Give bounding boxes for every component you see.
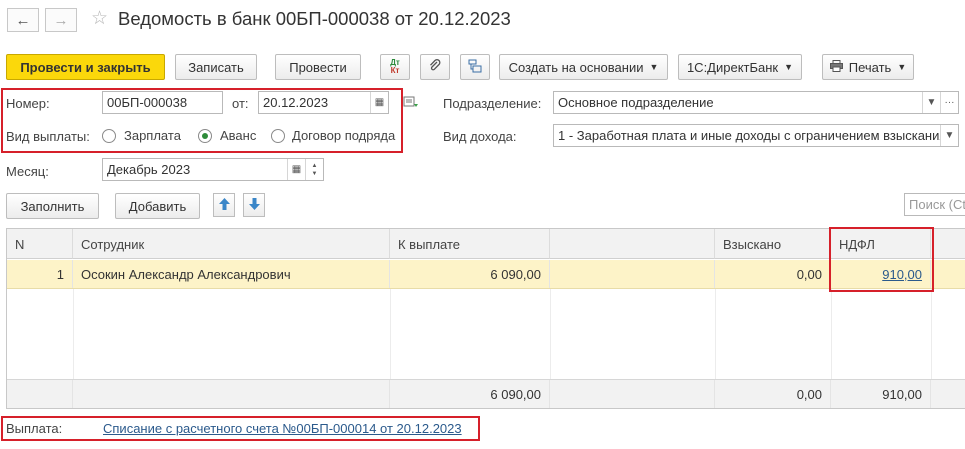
highlight-header-fields <box>1 88 403 153</box>
division-field[interactable]: Основное подразделение ▼ ··· <box>553 91 959 114</box>
income-field[interactable]: 1 - Заработная плата и иные доходы с огр… <box>553 124 959 147</box>
chevron-down-icon: ▼ <box>649 62 659 72</box>
attach-button[interactable] <box>420 54 450 80</box>
dt-kt-button[interactable]: Дт Кт <box>380 54 410 80</box>
search-input[interactable]: Поиск (Ctrl+F) <box>904 193 965 216</box>
paperclip-icon <box>428 58 442 76</box>
total-withheld: 0,00 <box>715 380 831 408</box>
total-to-pay: 6 090,00 <box>390 380 550 408</box>
cell-withheld: 0,00 <box>715 260 831 288</box>
cell-to-pay: 6 090,00 <box>390 260 550 288</box>
total-ndfl: 910,00 <box>831 380 931 408</box>
open-icon[interactable]: ··· <box>940 92 958 113</box>
arrow-up-icon <box>218 197 230 213</box>
printer-icon <box>829 59 843 75</box>
cell-n: 1 <box>7 260 73 288</box>
calendar-icon[interactable]: ▦ <box>287 159 305 180</box>
save-button[interactable]: Записать <box>175 54 257 80</box>
forward-button[interactable]: → <box>45 8 77 32</box>
post-and-close-button[interactable]: Провести и закрыть <box>6 54 165 80</box>
cell-employee: Осокин Александр Александрович <box>73 260 390 288</box>
back-button[interactable]: ← <box>7 8 39 32</box>
star-icon[interactable]: ☆ <box>91 7 108 30</box>
page-title: Ведомость в банк 00БП-000038 от 20.12.20… <box>118 8 511 29</box>
month-field[interactable]: Декабрь 2023 ▦ ▲ ▼ <box>102 158 324 181</box>
directbank-button[interactable]: 1С:ДиректБанк ▼ <box>678 54 802 80</box>
chevron-down-icon[interactable]: ▼ <box>922 92 940 113</box>
fill-button[interactable]: Заполнить <box>6 193 99 219</box>
add-button[interactable]: Добавить <box>115 193 200 219</box>
col-header-withheld[interactable]: Взыскано <box>715 229 831 259</box>
move-down-button[interactable] <box>243 193 265 217</box>
move-up-button[interactable] <box>213 193 235 217</box>
chevron-down-icon: ▼ <box>784 62 794 72</box>
post-button[interactable]: Провести <box>275 54 361 80</box>
highlight-ndfl-column <box>829 227 934 292</box>
history-icon[interactable] <box>403 95 419 109</box>
arrow-down-icon <box>248 197 260 213</box>
structure-button[interactable] <box>460 54 490 80</box>
stepper-icon[interactable]: ▲ ▼ <box>305 159 323 180</box>
col-header-n[interactable]: N <box>7 229 73 259</box>
structure-icon <box>468 59 482 76</box>
highlight-payment-footer <box>1 416 480 441</box>
cell-blank <box>550 260 715 288</box>
table-row[interactable]: 1 Осокин Александр Александрович 6 090,0… <box>7 260 965 289</box>
col-header-employee[interactable]: Сотрудник <box>73 229 390 259</box>
division-label: Подразделение: <box>443 96 542 111</box>
col-header-to-pay[interactable]: К выплате <box>390 229 550 259</box>
chevron-down-icon[interactable]: ▼ <box>940 125 958 146</box>
arrow-left-icon: ← <box>15 11 31 29</box>
dt-kt-icon: Дт Кт <box>390 58 400 75</box>
month-label: Месяц: <box>6 164 49 179</box>
table-empty-area <box>7 289 965 379</box>
table-totals-row: 6 090,00 0,00 910,00 <box>7 379 965 408</box>
col-header-blank[interactable] <box>550 229 715 259</box>
income-label: Вид дохода: <box>443 129 517 144</box>
print-button[interactable]: Печать ▼ <box>822 54 914 80</box>
arrow-right-icon: → <box>53 11 69 29</box>
payroll-table[interactable]: N Сотрудник К выплате Взыскано НДФЛ 1 Ос… <box>6 228 965 409</box>
chevron-down-icon: ▼ <box>897 62 907 72</box>
col-header-filler <box>931 229 965 259</box>
create-based-button[interactable]: Создать на основании ▼ <box>499 54 668 80</box>
